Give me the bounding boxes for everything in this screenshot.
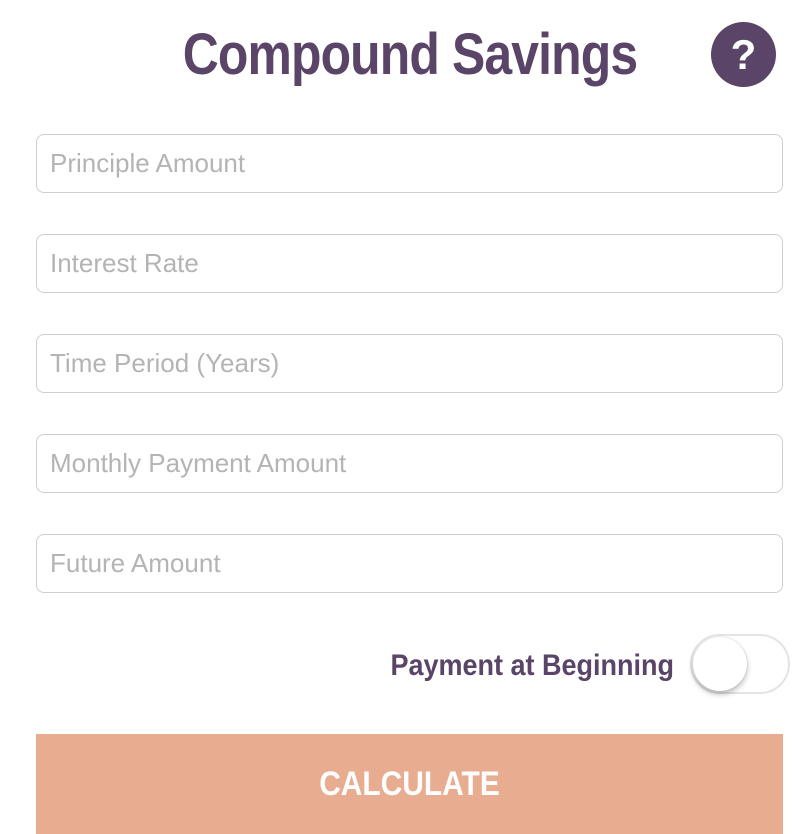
page-title: Compound Savings	[182, 22, 638, 87]
help-button[interactable]: ?	[711, 22, 776, 87]
payment-at-beginning-toggle[interactable]	[690, 634, 790, 694]
principle-amount-field[interactable]	[36, 134, 783, 193]
time-period-field[interactable]	[36, 334, 783, 393]
calculate-button-label: CALCULATE	[319, 765, 500, 803]
calculate-button[interactable]: CALCULATE	[36, 734, 783, 834]
payment-at-beginning-label: Payment at Beginning	[390, 649, 674, 682]
monthly-payment-field[interactable]	[36, 434, 783, 493]
future-amount-field[interactable]	[36, 534, 783, 593]
interest-rate-field[interactable]	[36, 234, 783, 293]
question-mark-icon: ?	[730, 31, 757, 78]
toggle-knob	[693, 637, 747, 691]
